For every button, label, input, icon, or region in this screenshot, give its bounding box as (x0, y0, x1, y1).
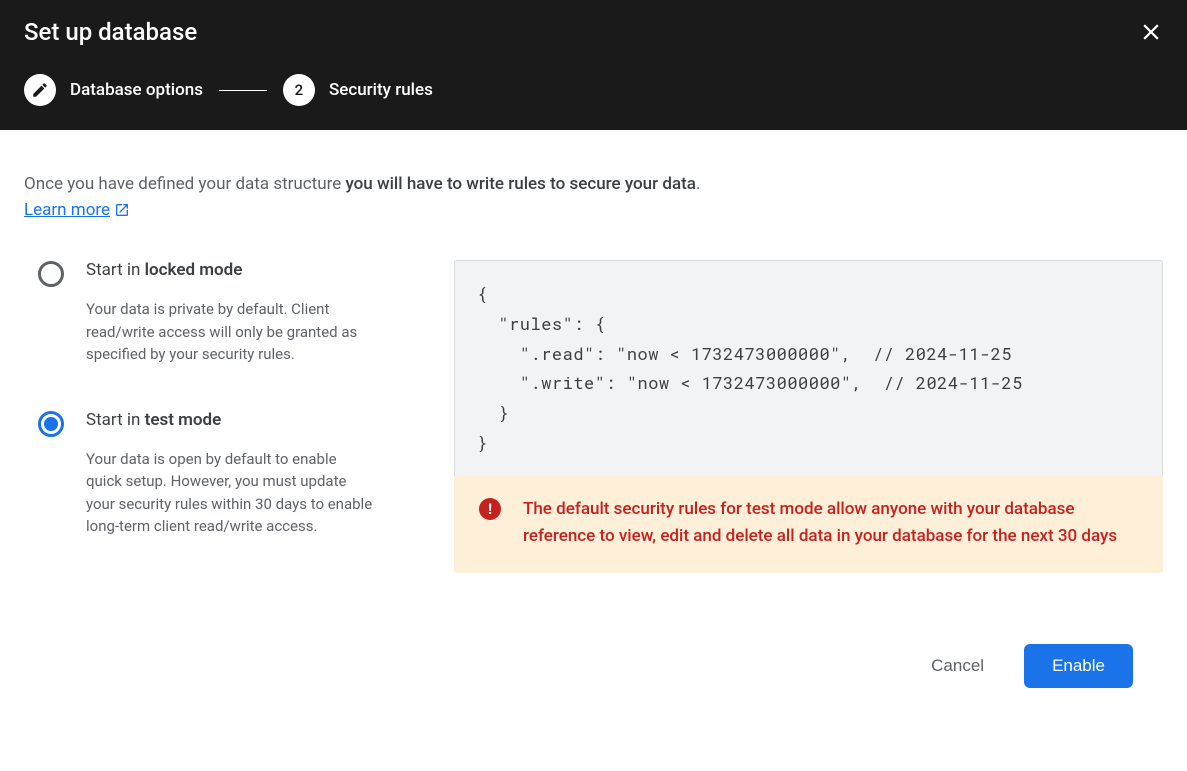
option-locked-prefix: Start in (86, 260, 145, 280)
intro-suffix: . (696, 174, 700, 194)
warning-icon: ! (479, 498, 501, 520)
body-row: Start in locked mode Your data is privat… (24, 260, 1163, 582)
step-database-options[interactable]: Database options (24, 74, 203, 106)
option-test-mode[interactable]: Start in test mode Your data is open by … (38, 410, 394, 538)
dialog-header: Set up database Database options 2 Secur… (0, 0, 1187, 130)
close-button[interactable] (1135, 16, 1167, 48)
learn-more-text: Learn more (24, 200, 110, 220)
code-column: { "rules": { ".read": "now < 17324730000… (454, 260, 1163, 573)
options-column: Start in locked mode Your data is privat… (24, 260, 394, 582)
option-locked-bold: locked mode (145, 260, 243, 280)
step-security-rules[interactable]: 2 Security rules (283, 74, 433, 106)
warning-box: ! The default security rules for test mo… (454, 476, 1163, 573)
intro-bold: you will have to write rules to secure y… (345, 174, 695, 194)
step-connector (219, 90, 267, 91)
warning-text: The default security rules for test mode… (523, 496, 1138, 550)
radio-test[interactable] (38, 411, 64, 437)
pencil-icon (31, 81, 49, 99)
option-test-text: Start in test mode Your data is open by … (86, 410, 394, 538)
radio-locked[interactable] (38, 261, 64, 287)
step-1-label: Database options (70, 80, 203, 100)
close-icon (1138, 19, 1164, 45)
option-locked-text: Start in locked mode Your data is privat… (86, 260, 394, 366)
option-locked-mode[interactable]: Start in locked mode Your data is privat… (38, 260, 394, 366)
intro-text: Once you have defined your data structur… (24, 174, 1163, 194)
rules-code-preview: { "rules": { ".read": "now < 17324730000… (454, 260, 1163, 477)
dialog-content: Once you have defined your data structur… (0, 130, 1187, 712)
intro-plain: Once you have defined your data structur… (24, 174, 345, 194)
step-2-number: 2 (283, 74, 315, 106)
enable-button[interactable]: Enable (1024, 644, 1133, 688)
learn-more-link[interactable]: Learn more (24, 200, 130, 220)
dialog-title: Set up database (24, 18, 1163, 46)
external-link-icon (114, 202, 130, 218)
dialog-footer: Cancel Enable (24, 612, 1163, 688)
option-test-title: Start in test mode (86, 410, 394, 430)
option-test-desc: Your data is open by default to enable q… (86, 448, 394, 538)
cancel-button[interactable]: Cancel (903, 644, 1012, 688)
step-2-label: Security rules (329, 80, 433, 100)
stepper: Database options 2 Security rules (24, 74, 1163, 106)
option-locked-title: Start in locked mode (86, 260, 394, 280)
option-locked-desc: Your data is private by default. Client … (86, 298, 394, 366)
option-test-prefix: Start in (86, 410, 145, 430)
step-1-icon (24, 74, 56, 106)
option-test-bold: test mode (145, 410, 222, 430)
